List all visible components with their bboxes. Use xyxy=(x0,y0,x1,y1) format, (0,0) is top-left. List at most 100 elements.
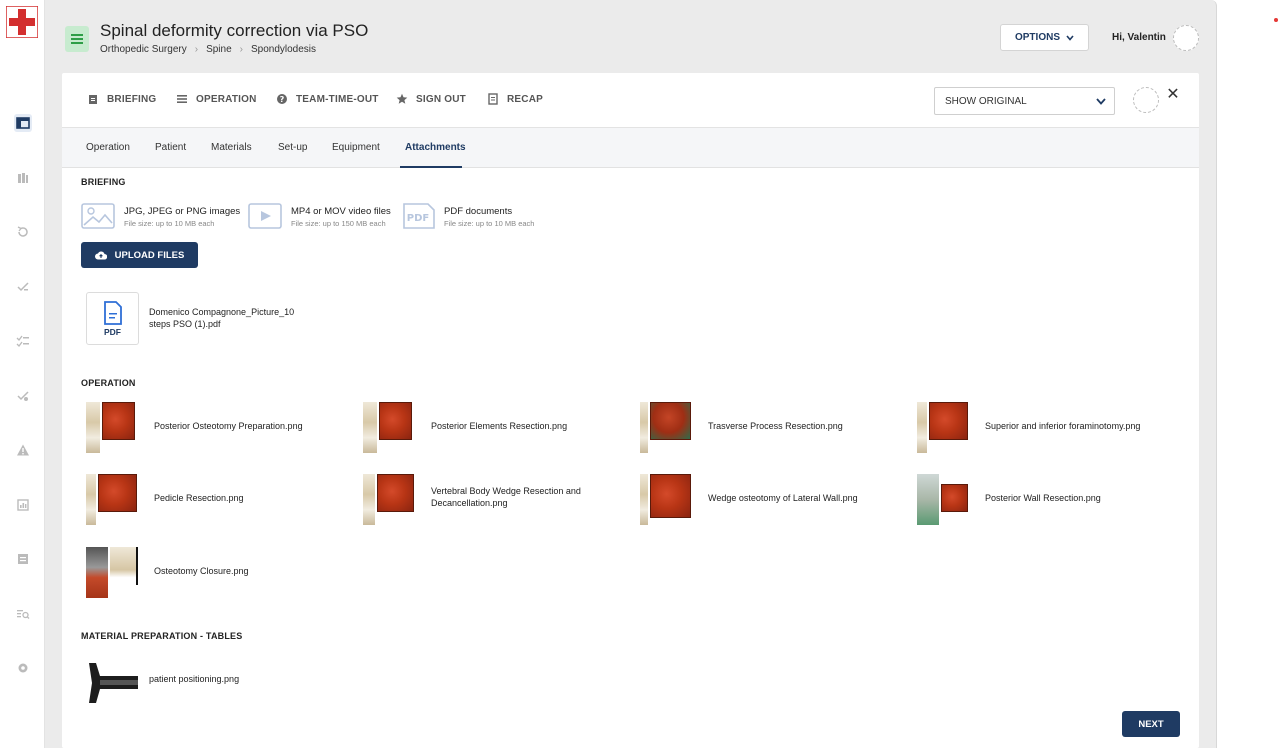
logo-icon xyxy=(6,6,38,38)
pdf-icon: PDF xyxy=(403,203,435,229)
show-original-select[interactable]: SHOW ORIGINAL xyxy=(934,87,1115,115)
options-button[interactable]: OPTIONS xyxy=(1000,24,1089,51)
attachment-thumbnail xyxy=(640,402,693,453)
breadcrumb-item[interactable]: Orthopedic Surgery xyxy=(100,44,187,55)
nav-report-icon[interactable] xyxy=(14,550,32,568)
tab-operation[interactable]: Operation xyxy=(86,142,130,153)
nav-tasks-icon[interactable] xyxy=(14,332,32,350)
chevron-right-icon: › xyxy=(194,44,199,55)
phase-recap[interactable]: RECAP xyxy=(487,93,543,105)
nav-settings-gear-icon[interactable] xyxy=(14,659,32,677)
tab-patient[interactable]: Patient xyxy=(155,142,186,153)
attachment-filename: Posterior Wall Resection.png xyxy=(985,493,1101,503)
pdf-filename[interactable]: Domenico Compagnone_Picture_10 steps PSO… xyxy=(149,306,309,330)
cloud-upload-icon xyxy=(94,251,107,259)
hamburger-icon xyxy=(71,34,83,44)
file-type-size: File size: up to 150 MB each xyxy=(291,219,386,228)
menu-button[interactable] xyxy=(65,26,89,52)
pdf-badge: PDF xyxy=(104,326,121,337)
attachment-thumbnail xyxy=(917,474,970,525)
attachment-thumbnail xyxy=(86,474,139,525)
breadcrumb-item[interactable]: Spine xyxy=(206,44,232,55)
nav-warning-icon[interactable] xyxy=(14,441,32,459)
svg-text:PDF: PDF xyxy=(407,213,429,224)
nav-history-icon[interactable] xyxy=(14,223,32,241)
star-icon xyxy=(396,93,408,104)
attachment-item[interactable]: Posterior Osteotomy Preparation.png xyxy=(86,402,356,454)
file-type-label: MP4 or MOV video files xyxy=(291,206,391,217)
phase-bar: BRIEFING OPERATION ? TEAM-TIME-OUT SIGN … xyxy=(62,73,1199,128)
pdf-attachment-thumb[interactable]: PDF xyxy=(86,292,139,345)
nav-stats-icon[interactable] xyxy=(14,496,32,514)
attachment-item[interactable]: Vertebral Body Wedge Resection and Decan… xyxy=(363,474,633,526)
attachment-filename: Posterior Elements Resection.png xyxy=(431,421,568,431)
tab-equipment[interactable]: Equipment xyxy=(332,142,380,153)
attachment-item[interactable]: Wedge osteotomy of Lateral Wall.png xyxy=(640,474,910,526)
pdf-file-icon xyxy=(103,300,122,325)
file-type-videos: MP4 or MOV video files File size: up to … xyxy=(248,203,391,229)
attachment-item[interactable]: Osteotomy Closure.png xyxy=(86,547,356,599)
phase-label: TEAM-TIME-OUT xyxy=(296,93,379,105)
attachment-item[interactable]: Posterior Elements Resection.png xyxy=(363,402,633,454)
attachment-thumbnail xyxy=(86,547,139,598)
file-type-size: File size: up to 10 MB each xyxy=(124,219,215,228)
user-greeting: Hi, Valentin xyxy=(1112,32,1166,43)
attachment-item[interactable]: Pedicle Resection.png xyxy=(86,474,356,526)
nav-review-icon[interactable] xyxy=(14,387,32,405)
active-tab-indicator xyxy=(400,166,462,168)
upload-files-button[interactable]: UPLOAD FILES xyxy=(81,242,198,268)
attachment-item[interactable]: Trasverse Process Resection.png xyxy=(640,402,910,454)
participant-avatar xyxy=(1133,87,1159,113)
tab-attachments[interactable]: Attachments xyxy=(405,142,466,153)
chevron-right-icon: › xyxy=(239,44,243,55)
attachment-filename: Posterior Osteotomy Preparation.png xyxy=(154,421,303,431)
attachment-thumbnail xyxy=(640,474,693,525)
attachment-filename: Osteotomy Closure.png xyxy=(154,566,249,576)
phase-label: OPERATION xyxy=(196,93,257,105)
attachment-item[interactable]: Posterior Wall Resection.png xyxy=(917,474,1187,526)
attachment-filename: Superior and inferior foraminotomy.png xyxy=(985,421,1141,431)
nav-search-list-icon[interactable] xyxy=(14,605,32,623)
attachment-thumbnail xyxy=(917,402,970,453)
document-icon xyxy=(488,93,498,105)
left-rail xyxy=(0,0,45,748)
select-value: SHOW ORIGINAL xyxy=(945,95,1027,107)
attachment-item[interactable]: Superior and inferior foraminotomy.png xyxy=(917,402,1187,454)
phase-operation[interactable]: OPERATION xyxy=(176,93,257,105)
phase-briefing[interactable]: BRIEFING xyxy=(87,93,156,105)
nav-dashboard-icon[interactable] xyxy=(14,114,32,132)
file-type-size: File size: up to 10 MB each xyxy=(444,219,535,228)
attachment-thumbnail[interactable] xyxy=(86,661,139,706)
phase-sign-out[interactable]: SIGN OUT xyxy=(396,93,466,105)
attachment-thumbnail xyxy=(86,402,139,453)
tab-bar: Operation Patient Materials Set-up Equip… xyxy=(62,128,1199,168)
breadcrumb-item[interactable]: Spondylodesis xyxy=(251,44,316,55)
material-section-title: MATERIAL PREPARATION - TABLES xyxy=(81,631,243,641)
attachment-filename[interactable]: patient positioning.png xyxy=(149,674,239,684)
attachment-filename: Wedge osteotomy of Lateral Wall.png xyxy=(708,493,858,503)
avatar[interactable] xyxy=(1173,25,1199,51)
nav-library-icon[interactable] xyxy=(14,169,32,187)
svg-text:?: ? xyxy=(280,95,285,104)
next-button[interactable]: NEXT xyxy=(1122,711,1180,737)
briefing-section-title: BRIEFING xyxy=(81,177,126,187)
phase-team-time-out[interactable]: ? TEAM-TIME-OUT xyxy=(276,93,379,105)
nav-checklist-icon[interactable] xyxy=(14,278,32,296)
page-title: Spinal deformity correction via PSO xyxy=(100,21,369,40)
close-icon[interactable]: ✕ xyxy=(1165,87,1181,103)
list-icon xyxy=(177,95,187,103)
tab-set-up[interactable]: Set-up xyxy=(278,142,307,153)
attachment-filename: Vertebral Body Wedge Resection and Decan… xyxy=(431,486,581,508)
operation-section-title: OPERATION xyxy=(81,378,136,388)
phase-label: BRIEFING xyxy=(107,93,157,105)
attachment-filename: Trasverse Process Resection.png xyxy=(708,421,843,431)
upload-label: UPLOAD FILES xyxy=(114,249,185,261)
options-label: OPTIONS xyxy=(1014,32,1060,43)
tab-materials[interactable]: Materials xyxy=(211,142,252,153)
question-icon: ? xyxy=(277,94,287,104)
file-type-label: PDF documents xyxy=(444,206,513,217)
content-card: BRIEFING OPERATION ? TEAM-TIME-OUT SIGN … xyxy=(62,73,1199,748)
notification-dot xyxy=(1274,18,1278,22)
image-icon xyxy=(81,203,115,229)
main-panel: Spinal deformity correction via PSO Orth… xyxy=(45,0,1217,748)
